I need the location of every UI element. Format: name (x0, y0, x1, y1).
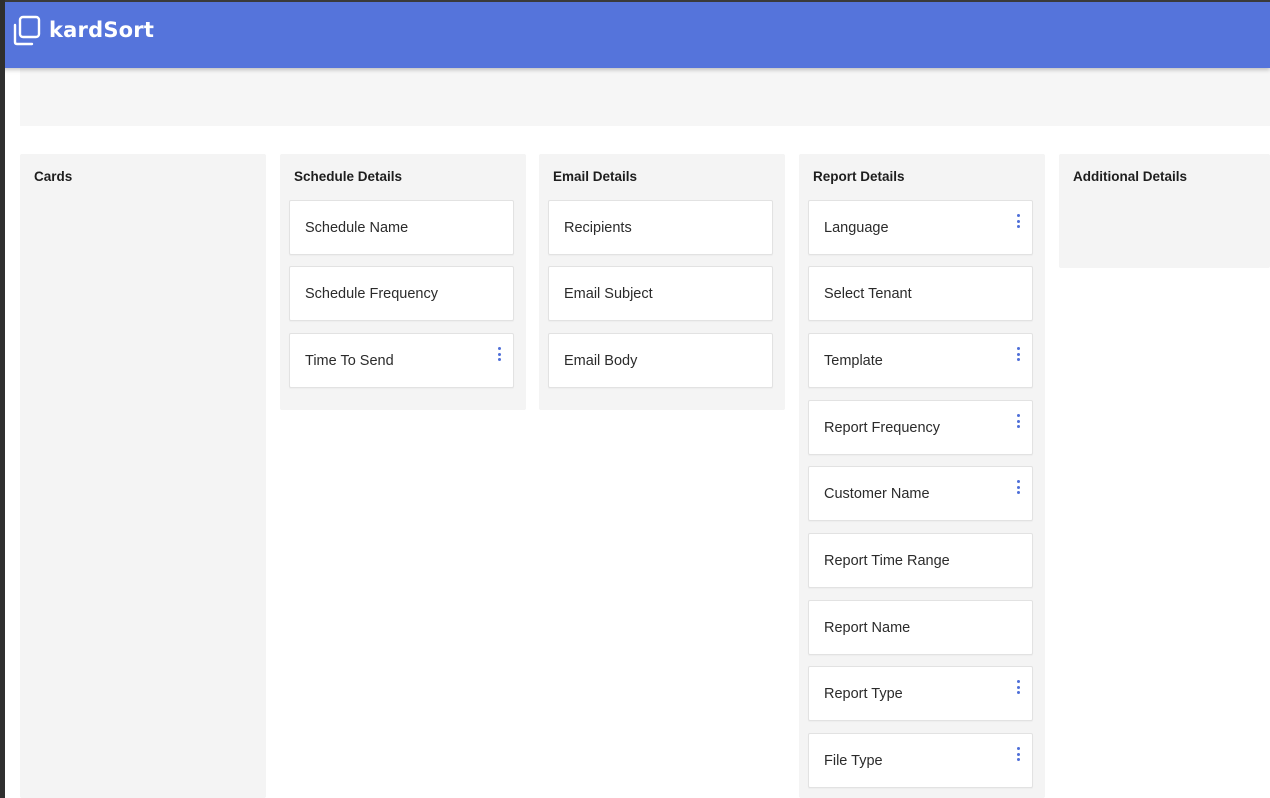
card-label: Recipients (564, 220, 632, 236)
card-label: Language (824, 220, 889, 236)
card-report-type[interactable]: Report Type (808, 666, 1033, 721)
toolbar-area (20, 68, 1270, 126)
column-additional-details[interactable]: Additional Details (1059, 154, 1270, 268)
column-title: Schedule Details (294, 169, 403, 184)
card-label: Schedule Name (305, 220, 409, 236)
card-label: Report Frequency (824, 420, 941, 436)
card-report-time-range[interactable]: Report Time Range (808, 533, 1033, 588)
more-vert-icon[interactable] (495, 347, 503, 365)
column-title: Email Details (553, 169, 638, 184)
more-vert-icon[interactable] (1014, 480, 1022, 498)
card-label: Report Type (824, 686, 903, 702)
card-label: Schedule Frequency (305, 286, 438, 302)
card-report-name[interactable]: Report Name (808, 600, 1033, 655)
card-label: Email Subject (564, 286, 653, 302)
more-vert-icon[interactable] (1014, 414, 1022, 432)
card-language[interactable]: Language (808, 200, 1033, 255)
app-window: kardSort Cards Schedule Details Schedule… (0, 0, 1270, 798)
card-email-body[interactable]: Email Body (548, 333, 773, 388)
card-label: Email Body (564, 353, 638, 369)
card-label: Report Name (824, 620, 911, 636)
more-vert-icon[interactable] (1014, 214, 1022, 232)
window-left-edge (0, 0, 5, 798)
card-label: Report Time Range (824, 553, 950, 569)
card-customer-name[interactable]: Customer Name (808, 466, 1033, 521)
card-recipients[interactable]: Recipients (548, 200, 773, 255)
card-template[interactable]: Template (808, 333, 1033, 388)
more-vert-icon[interactable] (1014, 747, 1022, 765)
column-title: Cards (34, 169, 73, 184)
app-name: kardSort (49, 18, 155, 42)
column-title: Additional Details (1073, 169, 1188, 184)
column-email-details[interactable]: Email Details Recipients Email Subject E… (539, 154, 785, 410)
card-email-subject[interactable]: Email Subject (548, 266, 773, 321)
card-label: Customer Name (824, 486, 930, 502)
card-time-to-send[interactable]: Time To Send (289, 333, 514, 388)
app-logo[interactable]: kardSort (11, 14, 154, 46)
card-select-tenant[interactable]: Select Tenant (808, 266, 1033, 321)
column-cards[interactable]: Cards (20, 154, 266, 798)
stacked-cards-icon (13, 15, 41, 46)
card-file-type[interactable]: File Type (808, 733, 1033, 788)
more-vert-icon[interactable] (1014, 347, 1022, 365)
card-label: Time To Send (305, 353, 394, 369)
window-top-edge (0, 0, 1270, 2)
column-report-details[interactable]: Report Details Language Select Tenant Te… (799, 154, 1045, 798)
card-report-frequency[interactable]: Report Frequency (808, 400, 1033, 455)
column-title: Report Details (813, 169, 905, 184)
card-label: Template (824, 353, 883, 369)
app-bar: kardSort (0, 0, 1270, 68)
column-schedule-details[interactable]: Schedule Details Schedule Name Schedule … (280, 154, 526, 410)
card-label: Select Tenant (824, 286, 912, 302)
card-label: File Type (824, 753, 883, 769)
more-vert-icon[interactable] (1014, 680, 1022, 698)
card-schedule-name[interactable]: Schedule Name (289, 200, 514, 255)
card-schedule-frequency[interactable]: Schedule Frequency (289, 266, 514, 321)
